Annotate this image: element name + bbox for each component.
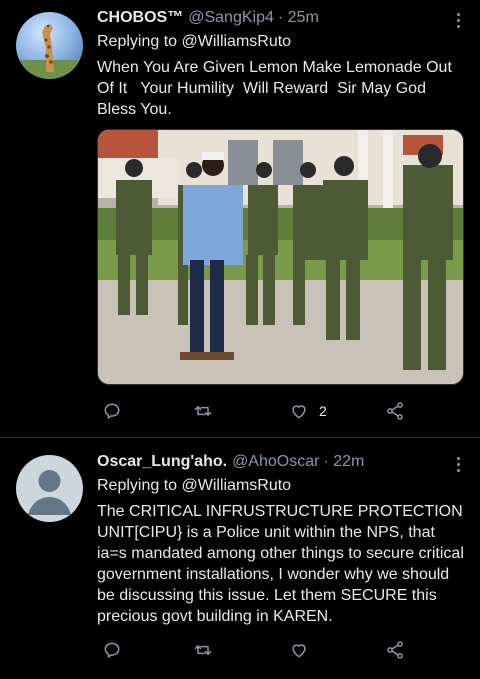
retweet-icon <box>194 645 212 655</box>
tweet-actions: 2 <box>97 399 440 423</box>
reply-button[interactable] <box>102 640 122 660</box>
avatar[interactable] <box>16 455 83 522</box>
display-name[interactable]: Oscar_Lung'aho. <box>97 452 227 472</box>
like-icon <box>292 644 306 658</box>
replying-to[interactable]: Replying to @WilliamsRuto <box>97 476 464 496</box>
retweet-button[interactable] <box>193 640 213 660</box>
reply-button[interactable] <box>102 401 122 421</box>
like-button[interactable]: 2 <box>289 401 327 421</box>
like-count: 2 <box>319 403 327 419</box>
avatar[interactable] <box>16 12 83 79</box>
reply-icon <box>104 403 120 420</box>
display-name[interactable]: CHOBOS™ <box>97 8 183 28</box>
tweet-header: Oscar_Lung'aho. @AhoOscar · 22m <box>97 452 464 472</box>
tweet-photo[interactable] <box>97 129 464 385</box>
handle[interactable]: @SangKip4 <box>188 8 274 28</box>
share-icon <box>387 641 403 659</box>
more-icon[interactable] <box>448 10 468 30</box>
retweet-icon <box>194 406 212 416</box>
tweet[interactable]: Oscar_Lung'aho. @AhoOscar · 22m Replying… <box>0 438 480 679</box>
share-button[interactable] <box>385 640 405 660</box>
share-icon <box>387 402 403 420</box>
tweet-actions <box>97 638 440 662</box>
tweet-header: CHOBOS™ @SangKip4 · 25m <box>97 8 464 28</box>
timestamp[interactable]: · 22m <box>323 452 364 472</box>
reply-icon <box>104 642 120 659</box>
more-icon[interactable] <box>448 454 468 474</box>
tweet[interactable]: CHOBOS™ @SangKip4 · 25m Replying to @Wil… <box>0 0 480 438</box>
like-button[interactable] <box>289 640 309 660</box>
tweet-text: When You Are Given Lemon Make Lemonade O… <box>97 59 457 118</box>
replying-to[interactable]: Replying to @WilliamsRuto <box>97 32 464 52</box>
share-button[interactable] <box>385 401 405 421</box>
retweet-button[interactable] <box>193 401 213 421</box>
timestamp[interactable]: · 25m <box>278 8 319 28</box>
tweet-text: The CRITICAL INFRUSTRUCTURE PROTECTION U… <box>97 503 469 625</box>
like-icon <box>292 405 306 419</box>
handle[interactable]: @AhoOscar <box>232 452 319 472</box>
